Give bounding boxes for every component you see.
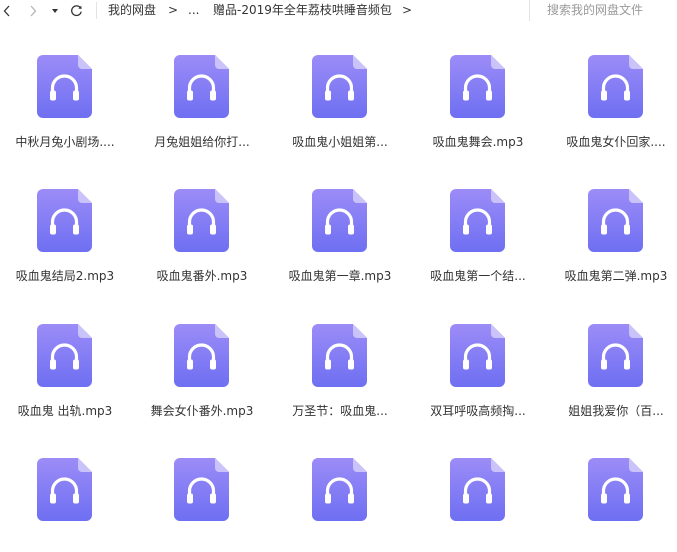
audio-file-icon (312, 458, 367, 521)
audio-file-icon (312, 189, 367, 252)
audio-file-icon (450, 324, 505, 387)
audio-file-icon (588, 458, 643, 521)
file-item[interactable]: 中秋月兔小剧场.... (0, 29, 130, 149)
audio-file-icon (37, 324, 92, 387)
audio-file-icon (37, 189, 92, 252)
file-item[interactable]: 吸血鬼结局2.mp3 (0, 163, 130, 283)
breadcrumb-current-folder[interactable]: 赠品-2019年全年荔枝哄睡音频包 (213, 0, 392, 21)
audio-file-icon (312, 324, 367, 387)
file-item[interactable]: 万圣节：吸血鬼... (275, 298, 405, 418)
caret-down-icon (52, 8, 58, 13)
audio-file-icon (588, 324, 643, 387)
audio-file-icon (588, 55, 643, 118)
file-name: 吸血鬼第一章.mp3 (288, 269, 392, 283)
file-name: 吸血鬼结局2.mp3 (15, 269, 115, 283)
audio-file-icon (174, 324, 229, 387)
file-item[interactable]: 吸血鬼舞会.mp3 (413, 29, 543, 149)
file-item[interactable]: 吸血鬼第一章.mp3 (275, 163, 405, 283)
file-name: 中秋月兔小剧场.... (15, 135, 115, 149)
file-item[interactable]: 吸血鬼小姐姐第... (275, 29, 405, 149)
toolbar: 我的网盘 > ... 赠品-2019年全年荔枝哄睡音频包 > 搜索我的网盘文件 (0, 0, 677, 21)
file-item[interactable] (0, 432, 130, 552)
audio-file-icon (450, 55, 505, 118)
audio-file-icon (37, 55, 92, 118)
file-item[interactable] (551, 432, 677, 552)
breadcrumb-ellipsis[interactable]: ... (188, 0, 199, 21)
file-name: 吸血鬼舞会.mp3 (432, 135, 524, 149)
audio-file-icon (588, 189, 643, 252)
forward-button[interactable] (26, 0, 40, 21)
file-item[interactable]: 吸血鬼女仆回家.... (551, 29, 677, 149)
file-name: 吸血鬼小姐姐第... (292, 135, 388, 149)
chevron-right-icon (30, 5, 37, 16)
file-item[interactable] (137, 432, 267, 552)
file-name: 双耳呼吸高频掏... (430, 404, 526, 418)
file-item[interactable]: 姐姐我爱你（百... (551, 298, 677, 418)
breadcrumb-separator: > (168, 3, 179, 17)
file-name: 舞会女仆番外.mp3 (150, 404, 254, 418)
audio-file-icon (450, 189, 505, 252)
file-name: 吸血鬼女仆回家.... (566, 135, 666, 149)
file-item[interactable]: 舞会女仆番外.mp3 (137, 298, 267, 418)
breadcrumb-root[interactable]: 我的网盘 (108, 0, 156, 21)
file-name: 吸血鬼番外.mp3 (156, 269, 248, 283)
audio-file-icon (174, 189, 229, 252)
audio-file-icon (450, 458, 505, 521)
file-name: 万圣节：吸血鬼... (292, 404, 388, 418)
file-item[interactable]: 吸血鬼番外.mp3 (137, 163, 267, 283)
file-item[interactable]: 吸血鬼第一个结... (413, 163, 543, 283)
toolbar-divider (96, 2, 97, 19)
audio-file-icon (37, 458, 92, 521)
history-dropdown-button[interactable] (50, 0, 60, 21)
file-name: 吸血鬼第二弹.mp3 (564, 269, 668, 283)
file-item[interactable]: 吸血鬼第二弹.mp3 (551, 163, 677, 283)
file-item[interactable]: 双耳呼吸高频掏... (413, 298, 543, 418)
chevron-left-icon (3, 5, 10, 16)
file-name: 吸血鬼第一个结... (430, 269, 526, 283)
file-item[interactable]: 吸血鬼 出轨.mp3 (0, 298, 130, 418)
file-item[interactable]: 月兔姐姐给你打... (137, 29, 267, 149)
breadcrumb-separator[interactable]: > (402, 0, 412, 21)
file-item[interactable] (413, 432, 543, 552)
audio-file-icon (174, 55, 229, 118)
audio-file-icon (174, 458, 229, 521)
file-name: 姐姐我爱你（百... (568, 404, 664, 418)
file-grid: 中秋月兔小剧场.... 月兔姐姐给你打... 吸血鬼小姐姐第... 吸血鬼舞会.… (0, 29, 677, 521)
file-name: 月兔姐姐给你打... (154, 135, 250, 149)
refresh-button[interactable] (68, 0, 84, 21)
file-item[interactable] (275, 432, 405, 552)
back-button[interactable] (0, 0, 14, 21)
search-input[interactable]: 搜索我的网盘文件 (529, 0, 677, 21)
audio-file-icon (312, 55, 367, 118)
refresh-icon (70, 5, 82, 17)
file-name: 吸血鬼 出轨.mp3 (17, 404, 113, 418)
